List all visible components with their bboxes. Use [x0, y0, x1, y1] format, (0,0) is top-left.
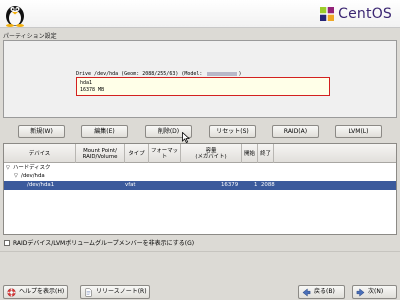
show-help-label: ヘルプを表示(H): [19, 288, 65, 295]
back-label: 戻る(B): [314, 288, 335, 295]
cell-type: vfat: [125, 182, 136, 188]
cell-device: /dev/hda1: [27, 182, 55, 188]
tree-row-dev-hda[interactable]: ▽ /dev/hda: [4, 172, 396, 180]
top-banner: CentOS: [0, 0, 400, 28]
reset-button[interactable]: リセット(S): [209, 125, 256, 138]
next-button[interactable]: 次(N): [352, 285, 397, 299]
column-header-size[interactable]: 容量 (メガバイト): [181, 144, 242, 163]
partition-bar-hda1[interactable]: hda1 16378 MB: [76, 77, 330, 96]
hide-raid-lvm-label[interactable]: RAIDデバイス/LVMボリュームグループメンバーを非表示にする(G): [13, 240, 194, 247]
new-button[interactable]: 新規(W): [18, 125, 65, 138]
expander-triangle-icon[interactable]: ▽: [14, 172, 18, 180]
table-row-dev-hda1[interactable]: /dev/hda1 vfat 16379 1 2088: [4, 181, 396, 190]
back-button[interactable]: 戻る(B): [298, 285, 345, 299]
mouse-pointer-icon: [182, 132, 190, 143]
lvm-button[interactable]: LVM(L): [335, 125, 382, 138]
release-notes-document-icon: [85, 288, 92, 297]
cell-size: 16379: [221, 182, 239, 188]
column-header-end[interactable]: 終了: [258, 144, 274, 163]
column-header-start[interactable]: 開始: [242, 144, 258, 163]
help-lifebuoy-icon: [7, 288, 16, 297]
back-arrow-icon: [302, 288, 311, 297]
edit-button[interactable]: 編集(E): [81, 125, 128, 138]
column-header-device[interactable]: デバイス: [4, 144, 76, 163]
release-notes-button[interactable]: リリースノート(R): [80, 285, 150, 299]
show-help-button[interactable]: ヘルプを表示(H): [3, 285, 68, 299]
section-title: パーティション設定: [3, 33, 57, 40]
partition-bar-size: 16378 MB: [80, 87, 105, 93]
tree-row-label: ハードディスク: [13, 165, 51, 171]
drive-model-redacted: [207, 71, 238, 76]
centos-wordmark: CentOS: [338, 6, 392, 22]
centos-mark-icon: [319, 6, 336, 22]
column-header-type[interactable]: タイプ: [125, 144, 149, 163]
centos-logo: CentOS: [319, 5, 392, 23]
next-arrow-icon: [356, 288, 365, 297]
hide-raid-lvm-checkbox[interactable]: [4, 240, 10, 246]
partition-bar-name: hda1: [80, 80, 93, 86]
column-header-format[interactable]: フォーマット: [149, 144, 181, 163]
expander-triangle-icon[interactable]: ▽: [6, 164, 10, 172]
tux-penguin-icon: [6, 6, 24, 27]
tree-row-hard-disks[interactable]: ▽ ハードディスク: [4, 164, 396, 172]
cell-end: 2088: [261, 182, 275, 188]
column-header-mount-point[interactable]: Mount Point/ RAID/Volume: [76, 144, 125, 163]
release-notes-label: リリースノート(R): [96, 288, 147, 295]
raid-button[interactable]: RAID(A): [272, 125, 319, 138]
table-header: デバイス Mount Point/ RAID/Volume タイプ フォーマット…: [4, 144, 396, 163]
cell-start: 1: [254, 182, 258, 188]
partition-table[interactable]: デバイス Mount Point/ RAID/Volume タイプ フォーマット…: [3, 143, 397, 235]
tree-row-label: /dev/hda: [21, 173, 45, 179]
drive-graphic-panel: Drive /dev/hda (Geom: 2088/255/63) (Mode…: [3, 40, 397, 118]
next-label: 次(N): [368, 288, 384, 295]
